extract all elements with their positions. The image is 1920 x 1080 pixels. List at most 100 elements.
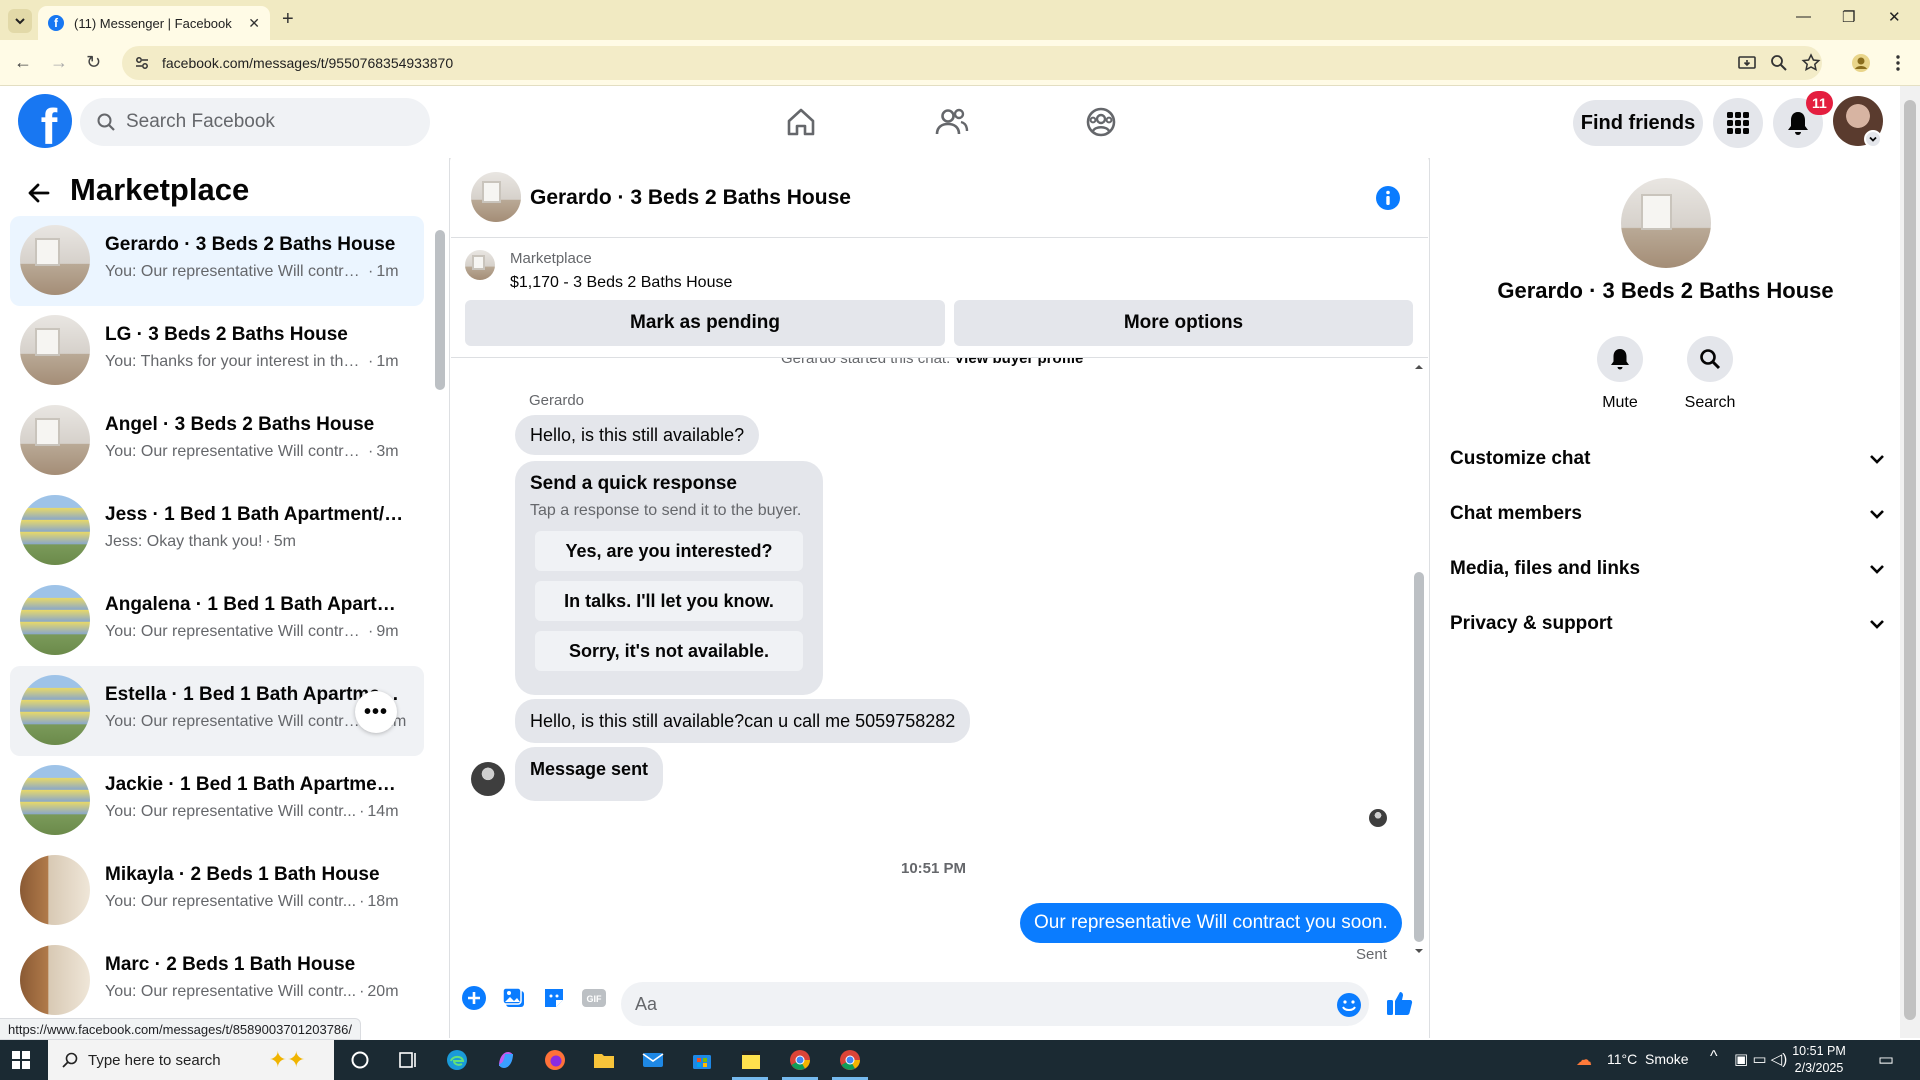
- conversation-item[interactable]: Gerardo · 3 Beds 2 Baths House You: Our r…: [10, 216, 424, 306]
- minimize-icon[interactable]: —: [1796, 8, 1811, 25]
- browser-menu-icon[interactable]: [1888, 53, 1908, 73]
- tray-chevron-icon[interactable]: ^: [1710, 1048, 1718, 1066]
- message-scrollbar-thumb[interactable]: [1414, 572, 1424, 942]
- quick-response-option[interactable]: Sorry, it's not available.: [535, 631, 803, 671]
- conversation-snippet: You: Our representative Will contr...: [105, 803, 357, 820]
- view-buyer-profile-link[interactable]: View buyer profile: [954, 358, 1083, 367]
- conversation-item[interactable]: Jess · 1 Bed 1 Bath Apartment/co... Jess:…: [10, 486, 424, 576]
- section-label: Privacy & support: [1450, 613, 1613, 634]
- details-avatar[interactable]: [1621, 178, 1711, 268]
- emoji-icon[interactable]: [1336, 992, 1362, 1018]
- page-scrollbar[interactable]: [1900, 86, 1920, 1038]
- quick-response-option[interactable]: In talks. I'll let you know.: [535, 581, 803, 621]
- message-thread: Gerardo started this chat. View buyer pr…: [451, 358, 1411, 964]
- chrome-active-icon[interactable]: [838, 1048, 862, 1072]
- photo-icon[interactable]: [501, 985, 527, 1011]
- file-explorer-icon[interactable]: [592, 1048, 616, 1072]
- taskbar-search[interactable]: Type here to search ✦✦: [48, 1040, 334, 1080]
- conversation-snippet: You: Our representative Will contra...: [105, 443, 365, 460]
- gif-icon[interactable]: GIF: [580, 985, 608, 1011]
- copilot-icon[interactable]: [494, 1048, 518, 1072]
- page-scrollbar-thumb[interactable]: [1904, 100, 1916, 1020]
- edge-icon[interactable]: [445, 1048, 469, 1072]
- address-bar[interactable]: facebook.com/messages/t/9550768354933870: [122, 46, 1822, 80]
- message-input[interactable]: [621, 982, 1369, 1026]
- conversation-avatar: [20, 765, 90, 835]
- svg-text:GIF: GIF: [587, 994, 603, 1004]
- windows-start-icon[interactable]: [12, 1051, 30, 1069]
- privacy-support-section[interactable]: Privacy & support: [1450, 600, 1886, 648]
- site-info-icon[interactable]: [134, 55, 150, 71]
- chrome-icon[interactable]: [788, 1048, 812, 1072]
- task-view-icon[interactable]: [396, 1048, 420, 1072]
- conversation-item[interactable]: Estella · 1 Bed 1 Bath Apartment/... You:…: [10, 666, 424, 756]
- chat-title[interactable]: Gerardo · 3 Beds 2 Baths House: [530, 186, 851, 210]
- outgoing-message[interactable]: Our representative Will contract you soo…: [1020, 903, 1402, 943]
- panel-title: Marketplace: [70, 172, 250, 207]
- conversation-item[interactable]: Angalena · 1 Bed 1 Bath Apartme... You: O…: [10, 576, 424, 666]
- firefox-icon[interactable]: [543, 1048, 567, 1072]
- new-tab-icon[interactable]: +: [282, 8, 294, 31]
- home-nav-icon[interactable]: [781, 102, 821, 142]
- scroll-up-arrow-icon[interactable]: [1413, 362, 1425, 372]
- incoming-message[interactable]: Message sent: [515, 747, 664, 801]
- conversation-time: 5m: [273, 533, 296, 550]
- bookmark-star-icon[interactable]: [1801, 53, 1821, 73]
- find-friends-button[interactable]: Find friends: [1573, 100, 1703, 146]
- conversation-item[interactable]: Mikayla · 2 Beds 1 Bath House You: Our re…: [10, 846, 424, 936]
- cortana-icon[interactable]: [348, 1048, 372, 1072]
- info-icon[interactable]: [1375, 185, 1401, 211]
- conversation-item[interactable]: Angel · 3 Beds 2 Baths House You: Our rep…: [10, 396, 424, 486]
- tab-close-icon[interactable]: ✕: [248, 15, 260, 32]
- plus-circle-icon[interactable]: [461, 985, 487, 1011]
- reload-icon[interactable]: ↻: [86, 52, 101, 73]
- chat-members-section[interactable]: Chat members: [1450, 490, 1886, 538]
- zoom-icon[interactable]: [1769, 53, 1789, 73]
- conversation-item[interactable]: Jackie · 1 Bed 1 Bath Apartment/... You: …: [10, 756, 424, 846]
- search-in-chat-button[interactable]: Search: [1665, 336, 1755, 412]
- sticker-icon[interactable]: [541, 985, 567, 1011]
- incoming-message[interactable]: Hello, is this still available?can u cal…: [515, 699, 971, 743]
- sender-avatar[interactable]: [471, 762, 505, 796]
- facebook-logo[interactable]: f: [18, 94, 72, 148]
- conversation-item[interactable]: LG · 3 Beds 2 Baths House You: Thanks for…: [10, 306, 424, 396]
- conversation-list-scrollbar[interactable]: [435, 230, 445, 390]
- taskbar-clock[interactable]: 10:51 PM 2/3/2025: [1779, 1043, 1859, 1077]
- chat-avatar[interactable]: [471, 172, 521, 222]
- facebook-search-input[interactable]: Search Facebook: [80, 98, 430, 146]
- listing-thumbnail[interactable]: [465, 250, 495, 280]
- restore-icon[interactable]: ❐: [1842, 8, 1855, 26]
- friends-nav-icon[interactable]: [932, 102, 972, 142]
- mail-icon[interactable]: [641, 1048, 665, 1072]
- groups-nav-icon[interactable]: [1081, 102, 1121, 142]
- more-options-icon[interactable]: •••: [355, 691, 397, 733]
- profile-icon[interactable]: [1851, 53, 1871, 73]
- notification-center-icon[interactable]: ▭: [1878, 1050, 1894, 1070]
- back-icon[interactable]: ←: [14, 52, 32, 73]
- listing-price[interactable]: $1,170 - 3 Beds 2 Baths House: [510, 274, 732, 292]
- account-chevron-icon[interactable]: [1864, 130, 1882, 148]
- conversation-item[interactable]: Marc · 2 Beds 1 Bath House You: Our repre…: [10, 936, 424, 1026]
- more-options-button[interactable]: More options: [954, 300, 1413, 346]
- conversation-name: Mikayla · 2 Beds 1 Bath House: [105, 864, 380, 885]
- scroll-down-arrow-icon[interactable]: [1413, 946, 1425, 956]
- store-icon[interactable]: [690, 1048, 714, 1072]
- media-files-links-section[interactable]: Media, files and links: [1450, 545, 1886, 593]
- customize-chat-section[interactable]: Customize chat: [1450, 435, 1886, 483]
- mark-as-pending-button[interactable]: Mark as pending: [465, 300, 945, 346]
- back-arrow-icon[interactable]: [26, 180, 52, 206]
- weather-text[interactable]: 11°C Smoke: [1607, 1051, 1689, 1067]
- quick-response-option[interactable]: Yes, are you interested?: [535, 531, 803, 571]
- install-app-icon[interactable]: [1737, 53, 1757, 73]
- sticky-notes-icon[interactable]: [739, 1048, 763, 1072]
- incoming-message[interactable]: Hello, is this still available?: [515, 415, 760, 455]
- thumbs-up-icon[interactable]: [1385, 988, 1415, 1018]
- menu-grid-icon[interactable]: [1713, 98, 1763, 148]
- conversation-snippet-row: You: Thanks for your interest in the... ·…: [105, 353, 415, 371]
- browser-tab[interactable]: f (11) Messenger | Facebook ✕: [38, 6, 270, 40]
- weather-icon[interactable]: ☁: [1576, 1050, 1592, 1070]
- window-close-icon[interactable]: ✕: [1888, 8, 1901, 26]
- tab-search-button[interactable]: [8, 9, 32, 33]
- mute-button[interactable]: Mute: [1575, 336, 1665, 412]
- forward-icon[interactable]: →: [50, 52, 68, 73]
